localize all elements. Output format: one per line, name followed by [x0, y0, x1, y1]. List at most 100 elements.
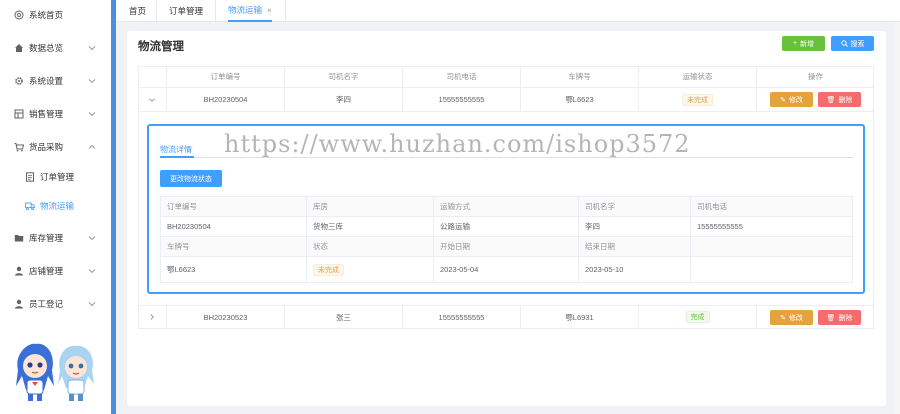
sidebar-item-label: 库存管理: [29, 233, 64, 243]
column-header: 司机名字: [284, 66, 402, 87]
tab-home[interactable]: 首页: [129, 0, 146, 22]
sidebar-item-label: 物流运输: [40, 201, 75, 211]
order-cell: BH20230523: [166, 306, 284, 328]
chevron-down-icon: [88, 236, 96, 241]
edit-icon: ✎: [780, 96, 786, 104]
sidebar-item-settings[interactable]: 系统设置: [0, 71, 111, 91]
person-icon: [14, 299, 24, 309]
sidebar-item-orders[interactable]: 订单管理: [0, 167, 111, 187]
delete-button-label: 删除: [838, 96, 853, 104]
sidebar-item-label: 数据总览: [29, 43, 64, 53]
column-header: 订单编号: [166, 66, 284, 87]
add-button-label: 新增: [800, 40, 815, 48]
plus-icon: +: [792, 40, 798, 47]
tab-logistics-detail[interactable]: 物流详情: [160, 144, 192, 155]
chevron-down-icon: [149, 97, 155, 102]
search-icon: [840, 40, 848, 47]
change-status-button[interactable]: 更改物流状态: [160, 170, 222, 187]
detail-value: 2023-05-10: [578, 257, 690, 282]
status-cell: 未完成: [638, 88, 756, 111]
chevron-down-icon: [88, 79, 96, 84]
folder-icon: [14, 233, 24, 243]
edit-button[interactable]: ✎ 修改: [770, 310, 813, 325]
chevron-right-icon: [150, 314, 154, 320]
detail-value: 2023-05-04: [433, 257, 578, 282]
detail-label: 司机名字: [578, 197, 690, 216]
cart-icon: [14, 142, 24, 152]
chevron-down-icon: [88, 46, 96, 51]
detail-label-row: 订单编号 库房 运输方式 司机名字 司机电话: [161, 197, 852, 217]
sidebar: 系统首页 数据总览 系统设置 销售管理 货品采购 订单管理 物流运输 库存管理 …: [0, 0, 111, 414]
plate-cell: 鄂L6931: [520, 306, 638, 328]
sidebar-item-overview[interactable]: 数据总览: [0, 38, 111, 58]
expand-toggle[interactable]: [138, 306, 166, 328]
edit-button[interactable]: ✎ 修改: [770, 92, 813, 107]
sidebar-item-label: 系统首页: [29, 10, 64, 20]
detail-label: 订单编号: [167, 202, 197, 211]
search-button-label: 搜索: [850, 40, 865, 48]
detail-label: [690, 237, 852, 256]
mascot-illustration: [16, 343, 94, 401]
detail-value: BH20230504: [167, 222, 211, 231]
sidebar-item-purchase[interactable]: 货品采购: [0, 137, 111, 157]
tab-logistics[interactable]: 物流运输 ×: [228, 0, 272, 22]
sidebar-item-sales[interactable]: 销售管理: [0, 104, 111, 124]
page-scrollbar[interactable]: [894, 22, 900, 414]
actions-cell: ✎ 修改 🗑 删除: [756, 306, 874, 328]
sidebar-item-label: 系统设置: [29, 76, 64, 86]
edit-button-label: 修改: [788, 96, 803, 104]
chevron-down-icon: [88, 112, 96, 117]
tab-label: 订单管理: [169, 6, 204, 16]
sidebar-item-home[interactable]: 系统首页: [0, 5, 111, 25]
table-header: 订单编号 司机名字 司机电话 车牌号 运输状态 操作: [138, 66, 874, 88]
detail-label: 库房: [306, 197, 433, 216]
sidebar-item-staff[interactable]: 员工登记: [0, 294, 111, 314]
tab-active-indicator: [160, 156, 194, 158]
page-title: 物流管理: [138, 41, 184, 53]
sidebar-item-label: 订单管理: [40, 172, 75, 182]
expand-column-header: [138, 66, 166, 87]
column-header: 车牌号: [520, 66, 638, 87]
home-circle-icon: [14, 10, 24, 20]
status-badge: 完成: [685, 311, 710, 323]
tab-orders[interactable]: 订单管理: [169, 0, 203, 22]
plate-cell: 鄂L6623: [520, 88, 638, 111]
close-icon[interactable]: ×: [267, 6, 272, 15]
watermark-text: https://www.huzhan.com/ishop3572: [224, 130, 691, 158]
edit-button-label: 修改: [788, 314, 803, 322]
detail-label: 结束日期: [578, 237, 690, 256]
status-badge: 未完成: [682, 93, 713, 106]
detail-value: [690, 257, 852, 282]
trash-icon: 🗑: [826, 314, 836, 322]
sidebar-scrollbar[interactable]: [111, 0, 116, 414]
delete-button[interactable]: 🗑 删除: [818, 92, 861, 107]
column-header: 运输状态: [638, 66, 756, 87]
search-button[interactable]: 搜索: [831, 36, 874, 51]
delete-button-label: 删除: [838, 314, 853, 322]
detail-value: 15555555555: [690, 217, 852, 236]
detail-value-row: 鄂L6623 未完成 2023-05-04 2023-05-10: [161, 257, 852, 282]
sidebar-item-inventory[interactable]: 库存管理: [0, 228, 111, 248]
actions-cell: ✎ 修改 🗑 删除: [756, 88, 874, 111]
document-icon: [25, 172, 35, 182]
sidebar-item-logistics[interactable]: 物流运输: [0, 196, 111, 216]
detail-value: 李四: [578, 217, 690, 236]
tabs-bar: 首页 订单管理 物流运输 ×: [116, 0, 900, 22]
detail-value: 未完成: [306, 257, 433, 282]
sidebar-item-label: 销售管理: [29, 109, 64, 119]
edit-icon: ✎: [780, 314, 786, 322]
add-button[interactable]: + 新增: [782, 36, 825, 51]
detail-value: 货物三库: [306, 217, 433, 236]
detail-label: 状态: [306, 237, 433, 256]
change-status-label: 更改物流状态: [170, 175, 212, 183]
phone-cell: 15555555555: [402, 306, 520, 328]
gear-icon: [14, 76, 24, 86]
delete-button[interactable]: 🗑 删除: [818, 310, 861, 325]
tab-divider: [156, 0, 157, 22]
chevron-down-icon: [88, 269, 96, 274]
status-cell: 完成: [638, 306, 756, 328]
tab-label: 首页: [129, 6, 147, 16]
tab-label: 物流运输: [228, 5, 263, 15]
sidebar-item-store[interactable]: 店铺管理: [0, 261, 111, 281]
expand-toggle[interactable]: [138, 88, 166, 111]
